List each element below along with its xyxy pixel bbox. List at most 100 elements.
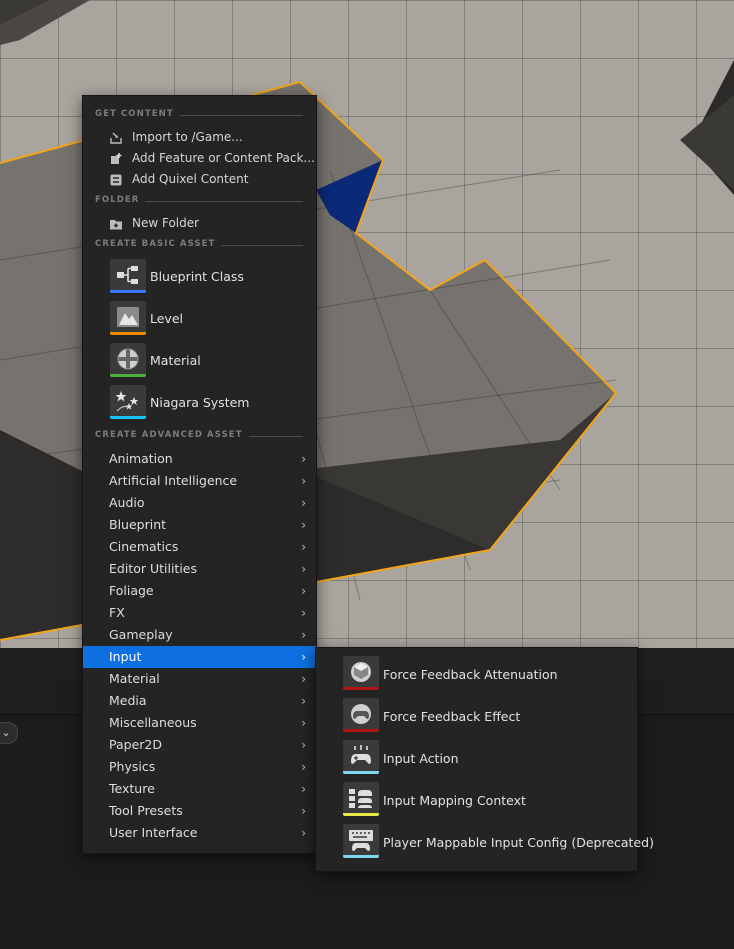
chevron-right-icon: › [301, 540, 306, 554]
menu-item-label: Miscellaneous [109, 715, 197, 730]
level-icon [117, 307, 139, 327]
chevron-right-icon: › [301, 650, 306, 664]
menu-item-animation[interactable]: Animation › [83, 448, 316, 470]
input-submenu: Force Feedback Attenuation Force Feedbac… [315, 647, 654, 872]
asset-thumbnail [343, 782, 379, 816]
menu-item-label: Import to /Game... [132, 130, 243, 144]
force-feedback-effect-icon [351, 704, 371, 724]
menu-item-add-feature[interactable]: Add Feature or Content Pack... [83, 148, 316, 169]
asset-color-bar [343, 855, 379, 858]
menu-item-label: Foliage [109, 583, 154, 598]
menu-item-label: Input [109, 649, 142, 664]
menu-item-texture[interactable]: Texture › [83, 778, 316, 800]
new-folder-icon [110, 220, 122, 230]
niagara-icon [115, 391, 139, 412]
menu-item-label: Blueprint [109, 517, 167, 532]
menu-item-paper2d[interactable]: Paper2D › [83, 734, 316, 756]
menu-item-tool-presets[interactable]: Tool Presets › [83, 800, 316, 822]
asset-thumbnail [343, 740, 379, 774]
menu-item-label: Add Feature or Content Pack... [132, 151, 315, 165]
chevron-right-icon: › [301, 782, 306, 796]
chevron-right-icon: › [301, 474, 306, 488]
asset-color-bar [110, 374, 146, 377]
chevron-right-icon: › [301, 672, 306, 686]
menu-item-label: Tool Presets [109, 803, 183, 818]
menu-item-label: New Folder [132, 216, 200, 230]
import-icon [110, 132, 122, 144]
force-feedback-attenuation-icon [351, 662, 371, 682]
menu-item-input-action[interactable]: Input Action [316, 732, 637, 774]
chevron-right-icon: › [301, 606, 306, 620]
input-action-icon [351, 745, 371, 764]
menu-item-label: Animation [109, 451, 173, 466]
menu-item-label: Force Feedback Effect [383, 709, 521, 724]
add-asset-context-menu: GET CONTENT Import to /Game... Add Featu… [82, 95, 317, 854]
menu-item-level[interactable]: Level [83, 298, 316, 340]
menu-item-media[interactable]: Media › [83, 690, 316, 712]
quixel-icon [110, 174, 122, 186]
menu-item-fx[interactable]: FX › [83, 602, 316, 624]
menu-item-physics[interactable]: Physics › [83, 756, 316, 778]
menu-item-label: Material [150, 353, 201, 368]
menu-item-add-quixel[interactable]: Add Quixel Content [83, 169, 316, 190]
chevron-right-icon: › [301, 452, 306, 466]
menu-item-gameplay[interactable]: Gameplay › [83, 624, 316, 646]
menu-item-user-interface[interactable]: User Interface › [83, 822, 316, 844]
menu-item-label: Media [109, 693, 147, 708]
asset-thumbnail [110, 301, 146, 335]
asset-thumbnail [343, 698, 379, 732]
asset-color-bar [110, 290, 146, 293]
menu-item-blueprint-class[interactable]: Blueprint Class [83, 256, 316, 298]
asset-thumbnail [343, 656, 379, 690]
asset-color-bar [110, 416, 146, 419]
menu-item-label: Gameplay [109, 627, 173, 642]
menu-item-label: Level [150, 311, 183, 326]
menu-item-label: Audio [109, 495, 145, 510]
menu-item-material[interactable]: Material [83, 340, 316, 382]
material-icon [117, 348, 139, 370]
chevron-right-icon: › [301, 518, 306, 532]
chevron-right-icon: › [301, 562, 306, 576]
menu-item-audio[interactable]: Audio › [83, 492, 316, 514]
chevron-right-icon: › [301, 584, 306, 598]
menu-item-player-mappable-input-config[interactable]: Player Mappable Input Config (Deprecated… [316, 816, 654, 858]
menu-item-label: FX [109, 605, 125, 620]
section-header-advanced-asset: CREATE ADVANCED ASSET [95, 430, 303, 442]
input-mapping-context-icon [349, 789, 372, 808]
menu-item-input-mapping-context[interactable]: Input Mapping Context [316, 774, 637, 816]
chevron-right-icon: › [301, 628, 306, 642]
chevron-down-icon[interactable]: ⌄ [0, 722, 18, 744]
add-feature-icon [111, 153, 122, 164]
chevron-right-icon: › [301, 826, 306, 840]
menu-item-miscellaneous[interactable]: Miscellaneous › [83, 712, 316, 734]
menu-item-label: Input Mapping Context [383, 793, 526, 808]
menu-item-label: Cinematics [109, 539, 179, 554]
section-header-basic-asset: CREATE BASIC ASSET [95, 239, 303, 251]
menu-item-blueprint[interactable]: Blueprint › [83, 514, 316, 536]
menu-item-material-category[interactable]: Material › [83, 668, 316, 690]
menu-item-input[interactable]: Input › [83, 646, 316, 668]
menu-item-label: Niagara System [150, 395, 250, 410]
menu-item-force-feedback-effect[interactable]: Force Feedback Effect [316, 690, 637, 732]
menu-item-new-folder[interactable]: New Folder [83, 213, 316, 234]
menu-item-cinematics[interactable]: Cinematics › [83, 536, 316, 558]
asset-thumbnail [110, 385, 146, 419]
menu-item-import[interactable]: Import to /Game... [83, 127, 316, 148]
menu-item-label: Input Action [383, 751, 459, 766]
section-header-get-content: GET CONTENT [95, 109, 303, 121]
chevron-right-icon: › [301, 716, 306, 730]
menu-item-label: User Interface [109, 825, 198, 840]
section-header-folder: FOLDER [95, 195, 303, 207]
menu-item-label: Force Feedback Attenuation [383, 667, 558, 682]
menu-item-artificial-intelligence[interactable]: Artificial Intelligence › [83, 470, 316, 492]
blueprint-class-icon [117, 266, 138, 284]
menu-item-label: Editor Utilities [109, 561, 198, 576]
menu-item-editor-utilities[interactable]: Editor Utilities › [83, 558, 316, 580]
menu-item-niagara-system[interactable]: Niagara System [83, 382, 316, 424]
menu-item-label: Texture [109, 781, 155, 796]
menu-item-force-feedback-attenuation[interactable]: Force Feedback Attenuation [316, 648, 637, 690]
chevron-right-icon: › [301, 804, 306, 818]
chevron-right-icon: › [301, 694, 306, 708]
menu-item-label: Add Quixel Content [132, 172, 249, 186]
menu-item-foliage[interactable]: Foliage › [83, 580, 316, 602]
